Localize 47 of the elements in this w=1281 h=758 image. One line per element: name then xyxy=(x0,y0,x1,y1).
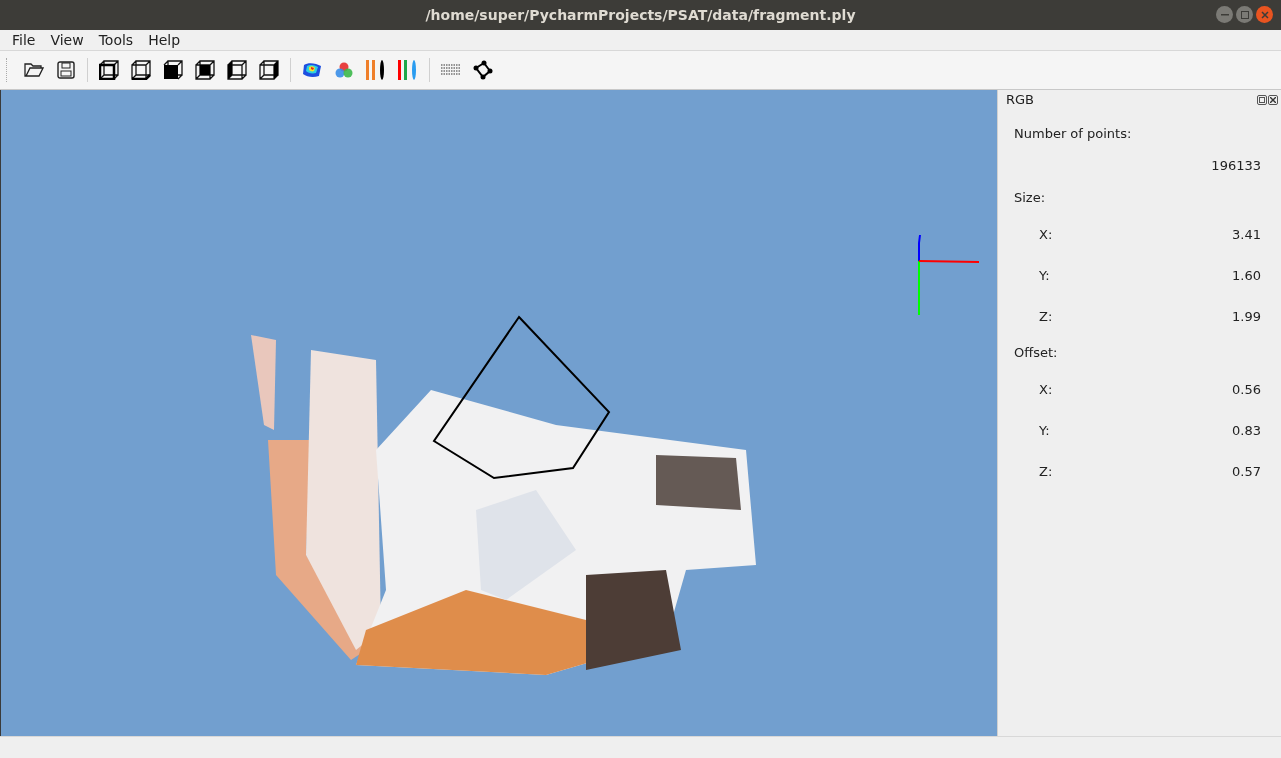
axis-label: Z: xyxy=(1039,462,1053,481)
axis-label: X: xyxy=(1039,380,1053,399)
cube-icon xyxy=(131,60,151,80)
bars-icon xyxy=(365,60,387,80)
cube-icon xyxy=(99,60,119,80)
value-text: 0.83 xyxy=(1232,421,1261,440)
window-title: /home/super/PycharmProjects/PSAT/data/fragment.ply xyxy=(425,5,856,25)
node-graph-icon xyxy=(473,60,493,80)
close-button[interactable] xyxy=(1256,6,1273,23)
value-text: 1.99 xyxy=(1232,307,1261,326)
value-text: 3.41 xyxy=(1232,225,1261,244)
save-icon xyxy=(57,61,75,79)
heatmap-icon xyxy=(302,62,322,78)
section-label: Number of points: xyxy=(1014,125,1132,144)
minimize-icon xyxy=(1220,13,1229,16)
panel-title: RGB xyxy=(1006,91,1035,110)
section-label: Size: xyxy=(1014,189,1046,208)
cube-icon xyxy=(195,60,215,80)
3d-viewport[interactable] xyxy=(0,90,997,736)
panel-close-button[interactable] xyxy=(1268,95,1278,105)
close-icon xyxy=(1260,10,1269,19)
restore-icon xyxy=(1259,97,1265,103)
menu-item[interactable]: Tools xyxy=(91,29,141,51)
float-button[interactable] xyxy=(1257,95,1267,105)
cube-icon xyxy=(259,60,279,80)
value-text: 1.60 xyxy=(1232,266,1261,285)
menu-item[interactable]: Help xyxy=(141,29,188,51)
menu-item[interactable]: File xyxy=(5,29,43,51)
value-text: 0.57 xyxy=(1232,462,1261,481)
bars-icon xyxy=(397,60,419,80)
axis-label: Z: xyxy=(1039,307,1053,326)
folder-icon xyxy=(24,62,44,78)
value-text: 196133 xyxy=(1211,157,1261,176)
close-icon xyxy=(1270,97,1276,103)
maximize-icon xyxy=(1240,10,1249,19)
axis-label: X: xyxy=(1039,225,1053,244)
menu-item[interactable]: View xyxy=(43,29,91,51)
section-label: Offset: xyxy=(1014,344,1058,363)
color-circles-icon xyxy=(335,62,353,78)
maximize-button[interactable] xyxy=(1236,6,1253,23)
grid-pattern-icon xyxy=(441,64,461,76)
cube-icon xyxy=(227,60,247,80)
axis-label: Y: xyxy=(1039,266,1050,285)
axis-label: Y: xyxy=(1039,421,1050,440)
filled-cube-icon xyxy=(163,60,183,80)
value-text: 0.56 xyxy=(1232,380,1261,399)
minimize-button[interactable] xyxy=(1216,6,1233,23)
